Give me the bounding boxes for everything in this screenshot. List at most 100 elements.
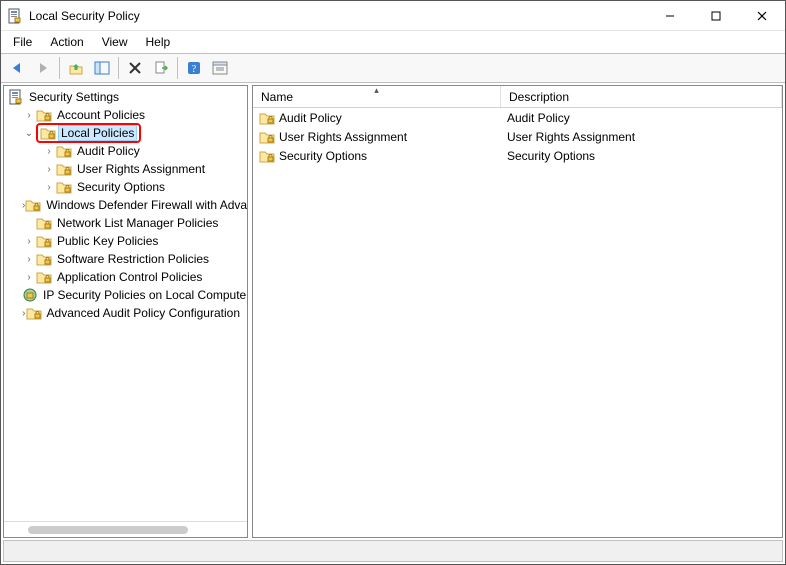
- tree-item-ip-security-policies[interactable]: IP Security Policies on Local Computer: [4, 286, 247, 304]
- column-header-description[interactable]: Description: [501, 86, 782, 107]
- folder-lock-icon: [36, 215, 52, 231]
- tree-item-label: Audit Policy: [74, 143, 143, 159]
- list-cell-name: Security Options: [279, 149, 367, 163]
- expander-icon[interactable]: ›: [22, 234, 36, 248]
- column-header-name[interactable]: Name ▴: [253, 86, 501, 107]
- tree-item-local-policies[interactable]: ⌄ Local Policies: [4, 124, 247, 142]
- folder-lock-icon: [259, 110, 275, 126]
- tree-item-label: Application Control Policies: [54, 269, 205, 285]
- scrollbar-thumb[interactable]: [28, 526, 188, 534]
- show-hide-tree-button[interactable]: [90, 56, 114, 80]
- titlebar: Local Security Policy: [1, 1, 785, 31]
- tree-item-label: Software Restriction Policies: [54, 251, 212, 267]
- tree-item-label: Account Policies: [54, 107, 148, 123]
- expander-icon[interactable]: ›: [42, 144, 56, 158]
- tree-item-label: Windows Defender Firewall with Advanced …: [43, 197, 247, 213]
- folder-lock-icon: [40, 125, 56, 141]
- app-icon: [7, 8, 23, 24]
- tree-item-label: Advanced Audit Policy Configuration: [44, 305, 243, 321]
- help-button[interactable]: ?: [182, 56, 206, 80]
- folder-lock-icon: [36, 251, 52, 267]
- tree-pane: Security Settings › Account Policies ⌄ L…: [3, 85, 248, 538]
- expander-icon[interactable]: ›: [42, 162, 56, 176]
- expander-icon[interactable]: ›: [22, 270, 36, 284]
- folder-lock-icon: [25, 197, 41, 213]
- tree-item-security-options[interactable]: › Security Options: [4, 178, 247, 196]
- properties-button[interactable]: [208, 56, 232, 80]
- list-body[interactable]: Audit Policy Audit Policy User Rights As…: [253, 108, 782, 537]
- tree-item-label: Security Options: [74, 179, 168, 195]
- horizontal-scrollbar[interactable]: [4, 521, 247, 537]
- menu-file[interactable]: File: [5, 33, 40, 51]
- tree-root[interactable]: Security Settings: [4, 88, 247, 106]
- list-row[interactable]: Audit Policy Audit Policy: [253, 108, 782, 127]
- tree-item-label: User Rights Assignment: [74, 161, 208, 177]
- list-pane: Name ▴ Description Audit Policy Audit Po…: [252, 85, 783, 538]
- up-level-button[interactable]: [64, 56, 88, 80]
- ipsec-icon: [22, 287, 38, 303]
- folder-lock-icon: [259, 148, 275, 164]
- list-row[interactable]: Security Options Security Options: [253, 146, 782, 165]
- list-cell-name: Audit Policy: [279, 111, 342, 125]
- toolbar-separator: [59, 57, 60, 79]
- folder-lock-icon: [36, 233, 52, 249]
- body-area: Security Settings › Account Policies ⌄ L…: [1, 83, 785, 540]
- folder-lock-icon: [26, 305, 42, 321]
- list-cell-description: Audit Policy: [507, 111, 570, 125]
- tree[interactable]: Security Settings › Account Policies ⌄ L…: [4, 86, 247, 521]
- tree-item-label: Local Policies: [58, 125, 137, 141]
- list-header: Name ▴ Description: [253, 86, 782, 108]
- list-cell-name: User Rights Assignment: [279, 130, 407, 144]
- expander-icon[interactable]: ›: [22, 252, 36, 266]
- expander-icon[interactable]: ⌄: [22, 126, 36, 140]
- folder-lock-icon: [36, 269, 52, 285]
- menu-view[interactable]: View: [94, 33, 136, 51]
- tree-root-label: Security Settings: [26, 89, 122, 105]
- menubar: File Action View Help: [1, 31, 785, 53]
- tree-item-software-restriction-policies[interactable]: › Software Restriction Policies: [4, 250, 247, 268]
- tree-item-network-list-manager[interactable]: Network List Manager Policies: [4, 214, 247, 232]
- menu-action[interactable]: Action: [42, 33, 91, 51]
- menu-help[interactable]: Help: [138, 33, 179, 51]
- tree-item-advanced-audit-policy[interactable]: › Advanced Audit Policy Configuration: [4, 304, 247, 322]
- folder-lock-icon: [259, 129, 275, 145]
- statusbar: [3, 540, 783, 562]
- tree-item-windows-defender-firewall[interactable]: › Windows Defender Firewall with Advance…: [4, 196, 247, 214]
- expander-icon[interactable]: ›: [42, 180, 56, 194]
- window-controls: [647, 1, 785, 30]
- back-button[interactable]: [5, 56, 29, 80]
- tree-item-user-rights-assignment[interactable]: › User Rights Assignment: [4, 160, 247, 178]
- toolbar-separator: [118, 57, 119, 79]
- column-header-label: Description: [509, 90, 569, 104]
- folder-lock-icon: [56, 143, 72, 159]
- selection-highlight: Local Policies: [36, 123, 141, 143]
- list-row[interactable]: User Rights Assignment User Rights Assig…: [253, 127, 782, 146]
- folder-lock-icon: [56, 179, 72, 195]
- security-settings-icon: [8, 89, 24, 105]
- forward-button[interactable]: [31, 56, 55, 80]
- list-cell-description: User Rights Assignment: [507, 130, 635, 144]
- tree-item-label: Public Key Policies: [54, 233, 161, 249]
- list-cell-description: Security Options: [507, 149, 595, 163]
- app-window: Local Security Policy File Action View H…: [0, 0, 786, 565]
- expander-icon[interactable]: ›: [22, 108, 36, 122]
- tree-item-account-policies[interactable]: › Account Policies: [4, 106, 247, 124]
- export-button[interactable]: [149, 56, 173, 80]
- tree-item-application-control-policies[interactable]: › Application Control Policies: [4, 268, 247, 286]
- tree-item-audit-policy[interactable]: › Audit Policy: [4, 142, 247, 160]
- expander-spacer: [22, 216, 36, 230]
- minimize-button[interactable]: [647, 1, 693, 30]
- window-title: Local Security Policy: [29, 9, 140, 23]
- tree-item-label: IP Security Policies on Local Computer: [40, 287, 247, 303]
- close-button[interactable]: [739, 1, 785, 30]
- maximize-button[interactable]: [693, 1, 739, 30]
- sort-ascending-icon: ▴: [374, 85, 379, 96]
- column-header-label: Name: [261, 90, 293, 104]
- tree-item-label: Network List Manager Policies: [54, 215, 221, 231]
- folder-lock-icon: [36, 107, 52, 123]
- toolbar: ?: [1, 53, 785, 83]
- toolbar-separator: [177, 57, 178, 79]
- folder-lock-icon: [56, 161, 72, 177]
- delete-button[interactable]: [123, 56, 147, 80]
- tree-item-public-key-policies[interactable]: › Public Key Policies: [4, 232, 247, 250]
